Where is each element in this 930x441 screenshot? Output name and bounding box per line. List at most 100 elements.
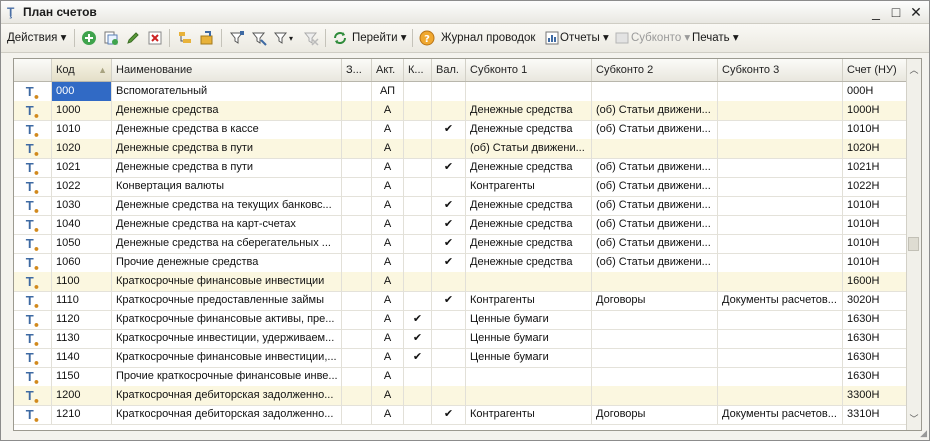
cell-nu[interactable]: 1630Н: [843, 367, 907, 386]
cell-nu[interactable]: 1010Н: [843, 215, 907, 234]
cell-sub1[interactable]: Контрагенты: [466, 291, 592, 310]
cell-sub1[interactable]: Контрагенты: [466, 177, 592, 196]
cell-nu[interactable]: 1021Н: [843, 158, 907, 177]
cell-sub1[interactable]: Денежные средства: [466, 120, 592, 139]
filter-icon[interactable]: [229, 30, 245, 46]
table-row[interactable]: T● 1040 Денежные средства на карт-счетах А ✔…: [14, 215, 907, 235]
cell-name[interactable]: Краткосрочные финансовые инвестиции: [112, 272, 342, 291]
hierarchy-icon[interactable]: [177, 30, 193, 46]
cell-val[interactable]: [432, 101, 466, 120]
cell-sub1[interactable]: Ценные бумаги: [466, 329, 592, 348]
cell-sub3[interactable]: [718, 158, 843, 177]
cell-nu[interactable]: 3310Н: [843, 405, 907, 424]
cell-name[interactable]: Прочие краткосрочные финансовые инве...: [112, 367, 342, 386]
cell-code[interactable]: 000: [52, 82, 112, 101]
resize-grip[interactable]: ◢: [920, 428, 927, 439]
cell-k[interactable]: ✔: [404, 348, 432, 367]
column-header-tax-account[interactable]: Счет (НУ): [843, 59, 907, 81]
cell-nu[interactable]: 1630Н: [843, 310, 907, 329]
chevron-down-icon[interactable]: ▾: [289, 30, 293, 48]
table-row[interactable]: T● 1060 Прочие денежные средства А ✔ Денежные…: [14, 253, 907, 273]
cell-act[interactable]: А: [372, 367, 404, 386]
cell-sub3[interactable]: [718, 139, 843, 158]
cell-code[interactable]: 1021: [52, 158, 112, 177]
cell-act[interactable]: АП: [372, 82, 404, 101]
cell-code[interactable]: 1200: [52, 386, 112, 405]
cell-sub1[interactable]: (об) Статьи движени...: [466, 139, 592, 158]
cell-sub3[interactable]: [718, 120, 843, 139]
cell-nu[interactable]: 1630Н: [843, 329, 907, 348]
cell-sub2[interactable]: [592, 386, 718, 405]
table-row[interactable]: T● 1210 Краткосрочная дебиторская задолжен…: [14, 405, 907, 425]
cell-sub3[interactable]: Документы расчетов...: [718, 405, 843, 424]
cell-name[interactable]: Денежные средства в пути: [112, 158, 342, 177]
column-header-subconto-3[interactable]: Субконто 3: [718, 59, 843, 81]
cell-z[interactable]: [342, 82, 372, 101]
table-row[interactable]: T● 1010 Денежные средства в кассе А ✔ Денежны…: [14, 120, 907, 140]
cell-sub3[interactable]: [718, 272, 843, 291]
cell-act[interactable]: А: [372, 139, 404, 158]
cell-act[interactable]: А: [372, 310, 404, 329]
cell-val[interactable]: [432, 367, 466, 386]
cell-name[interactable]: Прочие денежные средства: [112, 253, 342, 272]
cell-val[interactable]: [432, 310, 466, 329]
column-header-active[interactable]: Акт.: [372, 59, 404, 81]
cell-val[interactable]: ✔: [432, 120, 466, 139]
table-row[interactable]: T● 1050 Денежные средства на сберегательны…: [14, 234, 907, 254]
cell-val[interactable]: ✔: [432, 196, 466, 215]
column-header-name[interactable]: Наименование: [112, 59, 342, 81]
cell-code[interactable]: 1020: [52, 139, 112, 158]
cell-val[interactable]: [432, 329, 466, 348]
cell-val[interactable]: ✔: [432, 234, 466, 253]
cell-z[interactable]: [342, 272, 372, 291]
cell-nu[interactable]: 3020Н: [843, 291, 907, 310]
cell-val[interactable]: [432, 139, 466, 158]
cell-nu[interactable]: 1010Н: [843, 253, 907, 272]
cell-act[interactable]: А: [372, 272, 404, 291]
cell-name[interactable]: Краткосрочные предоставленные займы: [112, 291, 342, 310]
cell-act[interactable]: А: [372, 120, 404, 139]
cell-z[interactable]: [342, 386, 372, 405]
cell-code[interactable]: 1210: [52, 405, 112, 424]
cell-z[interactable]: [342, 177, 372, 196]
cell-z[interactable]: [342, 101, 372, 120]
cell-name[interactable]: Денежные средства в пути: [112, 139, 342, 158]
table-row[interactable]: T● 1110 Краткосрочные предоставленные займ…: [14, 291, 907, 311]
cell-k[interactable]: [404, 120, 432, 139]
cell-z[interactable]: [342, 348, 372, 367]
cell-act[interactable]: А: [372, 196, 404, 215]
cell-sub3[interactable]: [718, 367, 843, 386]
cell-sub1[interactable]: [466, 272, 592, 291]
move-to-group-icon[interactable]: [199, 30, 215, 46]
reports-menu[interactable]: Отчеты ▾: [560, 29, 609, 47]
cell-sub3[interactable]: [718, 348, 843, 367]
cell-k[interactable]: [404, 405, 432, 424]
add-icon[interactable]: [81, 30, 97, 46]
delete-icon[interactable]: [147, 30, 163, 46]
column-header-code[interactable]: Код ▲: [52, 59, 112, 81]
cell-z[interactable]: [342, 120, 372, 139]
cell-sub3[interactable]: [718, 101, 843, 120]
maximize-button[interactable]: □: [887, 3, 905, 21]
cell-k[interactable]: [404, 158, 432, 177]
cell-code[interactable]: 1120: [52, 310, 112, 329]
cell-name[interactable]: Краткосрочные финансовые активы, пре...: [112, 310, 342, 329]
cell-act[interactable]: А: [372, 234, 404, 253]
table-row[interactable]: T● 1120 Краткосрочные финансовые активы, п…: [14, 310, 907, 330]
cell-nu[interactable]: 1010Н: [843, 120, 907, 139]
cell-nu[interactable]: 1020Н: [843, 139, 907, 158]
cell-val[interactable]: [432, 386, 466, 405]
cell-z[interactable]: [342, 367, 372, 386]
table-row[interactable]: T● 1020 Денежные средства в пути А (об) Стат…: [14, 139, 907, 159]
reports-icon[interactable]: [544, 30, 560, 46]
cell-sub2[interactable]: (об) Статьи движени...: [592, 234, 718, 253]
cell-z[interactable]: [342, 310, 372, 329]
cell-sub1[interactable]: [466, 82, 592, 101]
cell-sub2[interactable]: [592, 139, 718, 158]
cell-val[interactable]: ✔: [432, 253, 466, 272]
cell-sub2[interactable]: Договоры: [592, 405, 718, 424]
cell-code[interactable]: 1040: [52, 215, 112, 234]
cell-z[interactable]: [342, 158, 372, 177]
cell-act[interactable]: А: [372, 177, 404, 196]
cell-name[interactable]: Вспомогательный: [112, 82, 342, 101]
